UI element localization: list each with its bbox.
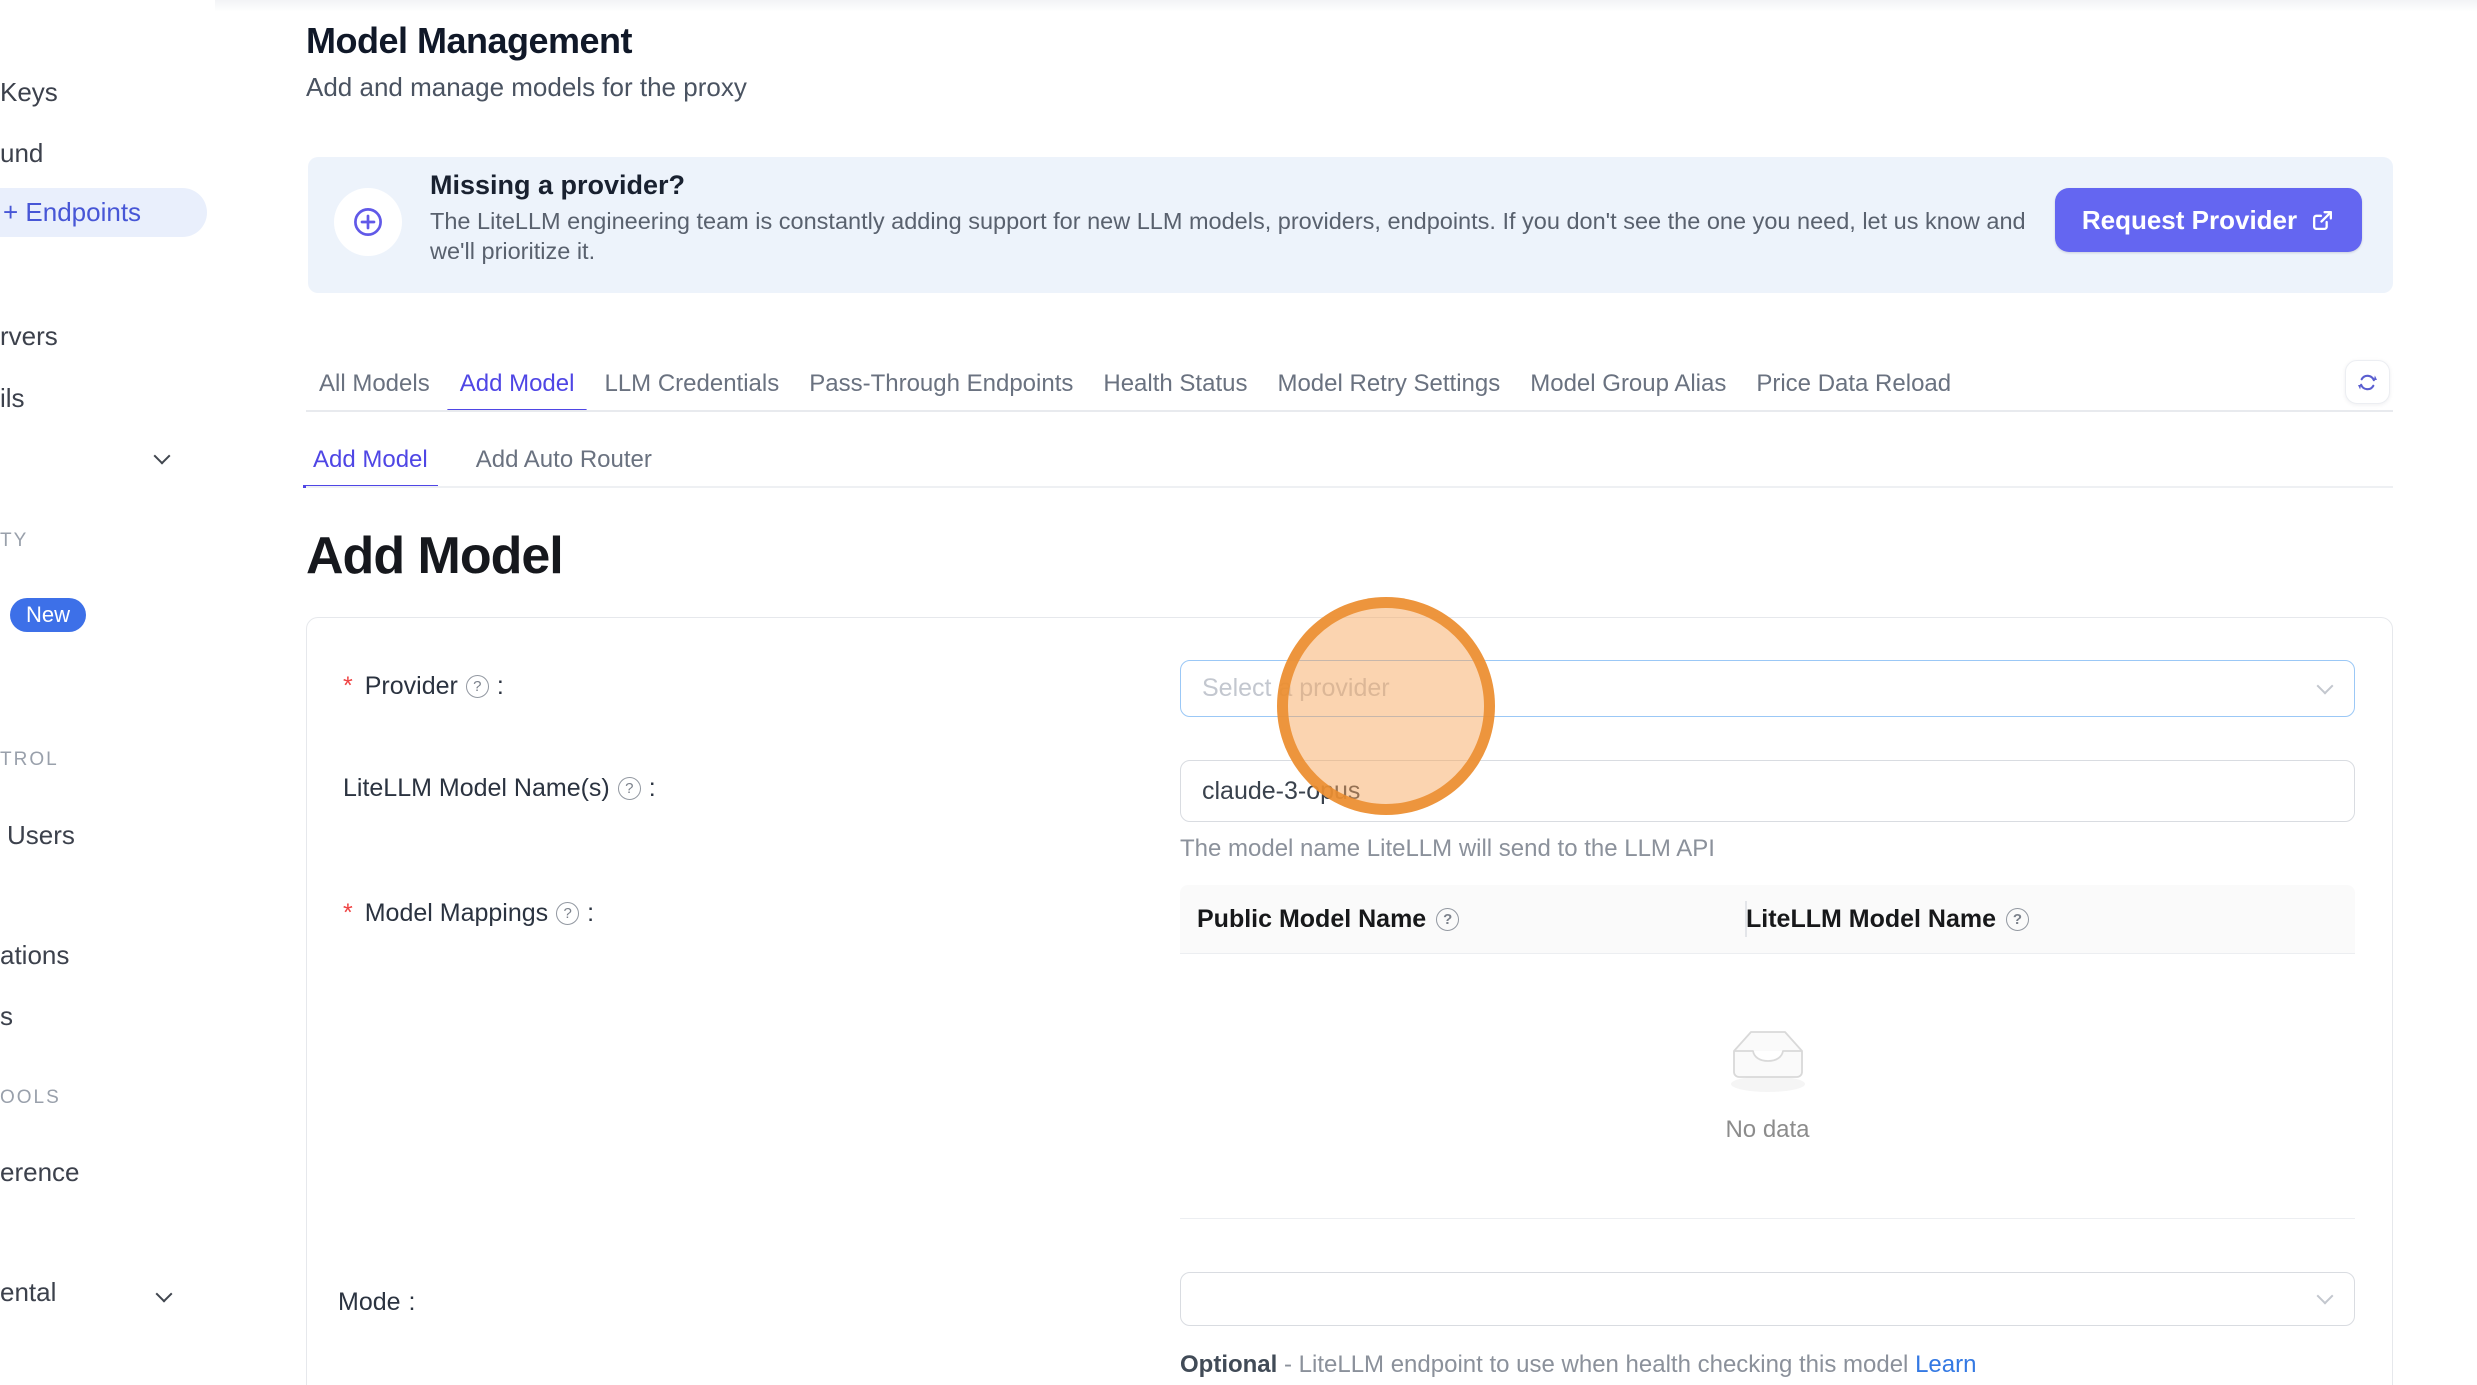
chevron-down-icon [155,450,170,465]
learn-link[interactable]: Learn [1915,1351,1976,1378]
top-edge-strip [215,0,2477,12]
subtab-add-auto-router[interactable]: Add Auto Router [466,433,662,487]
new-badge: New [10,598,86,632]
help-icon[interactable]: ? [556,902,579,925]
model-name-label: LiteLLM Model Name(s) ? : [343,774,656,803]
request-provider-label: Request Provider [2082,205,2297,236]
subtabs-divider [306,486,2393,488]
model-name-input[interactable] [1180,760,2355,822]
model-mappings-label: * Model Mappings ? : [343,899,594,928]
table-empty-state: No data [1180,954,2355,1219]
banner-body-line1: The LiteLLM engineering team is constant… [430,206,2026,236]
label-colon: : [409,1288,416,1317]
tab-price-data-reload[interactable]: Price Data Reload [1743,357,1964,411]
sidebar-collapse-item[interactable] [155,450,170,470]
help-icon[interactable]: ? [2006,908,2029,931]
tab-llm-credentials[interactable]: LLM Credentials [591,357,792,411]
chevron-down-icon [2319,1290,2332,1303]
sidebar-section-ty: TY [0,529,28,553]
column-header-text: LiteLLM Model Name [1746,905,1996,934]
help-icon[interactable]: ? [1436,908,1459,931]
empty-inbox-icon [1719,1020,1817,1098]
refresh-button[interactable] [2345,360,2390,404]
sidebar-item-und[interactable]: und [0,136,43,170]
mode-label-text: Mode [338,1288,401,1317]
chevron-down-icon [2319,680,2332,693]
request-provider-button[interactable]: Request Provider [2055,188,2362,252]
tab-pass-through-endpoints[interactable]: Pass-Through Endpoints [796,357,1086,411]
mode-select[interactable] [1180,1272,2355,1326]
provider-label-text: Provider [365,672,458,701]
required-mark: * [343,899,353,928]
column-header-public-model-name: Public Model Name ? [1180,905,1728,934]
mode-helper-optional: Optional [1180,1351,1277,1378]
provider-label: * Provider ? : [343,672,504,701]
sidebar-section-trol: TROL [0,748,59,772]
sidebar-item-ations[interactable]: ations [0,938,69,972]
page-subtitle: Add and manage models for the proxy [306,72,747,103]
model-name-label-text: LiteLLM Model Name(s) [343,774,610,803]
provider-placeholder: Select a provider [1181,674,1390,703]
missing-provider-banner: Missing a provider? The LiteLLM engineer… [308,157,2393,293]
page-title: Model Management [306,20,632,62]
sidebar-item-users[interactable]: Users [7,818,75,852]
external-link-icon [2310,208,2335,233]
sidebar-item-erence[interactable]: erence [0,1155,80,1189]
mode-label: Mode : [338,1288,416,1317]
add-model-subtabs: Add Model Add Auto Router [303,433,662,487]
new-badge-label: New [26,602,70,628]
model-management-page: Keys und + Endpoints rvers ils TY New TR… [0,0,2477,1385]
label-colon: : [649,774,656,803]
provider-select[interactable]: Select a provider [1180,660,2355,717]
no-data-text: No data [1725,1116,1809,1144]
mode-helper: Optional - LiteLLM endpoint to use when … [1180,1351,1976,1379]
banner-title: Missing a provider? [430,170,685,201]
column-divider [1745,901,1747,937]
model-mappings-label-text: Model Mappings [365,899,548,928]
tab-model-group-alias[interactable]: Model Group Alias [1517,357,1739,411]
chevron-down-icon [157,1288,172,1303]
column-header-text: Public Model Name [1197,905,1426,934]
label-colon: : [587,899,594,928]
tab-add-model[interactable]: Add Model [447,357,588,411]
sidebar-item-keys[interactable]: Keys [0,75,58,109]
tab-all-models[interactable]: All Models [306,357,443,411]
plus-circle-icon [334,188,402,256]
tabs-divider [306,410,2393,412]
sidebar-section-ools: OOLS [0,1086,61,1110]
sidebar-ental-toggle[interactable] [157,1288,172,1308]
subtab-add-model[interactable]: Add Model [303,433,438,487]
sidebar-item-endpoints-label: + Endpoints [3,197,141,228]
sidebar-item-ils[interactable]: ils [0,381,25,415]
model-name-helper: The model name LiteLLM will send to the … [1180,835,1715,863]
model-mappings-table: Public Model Name ? LiteLLM Model Name ?… [1180,885,2355,1219]
tab-model-retry-settings[interactable]: Model Retry Settings [1264,357,1513,411]
column-header-litellm-model-name: LiteLLM Model Name ? [1728,905,2029,934]
banner-body-line2: we'll prioritize it. [430,236,2026,266]
refresh-icon [2356,371,2379,394]
table-header-row: Public Model Name ? LiteLLM Model Name ? [1180,885,2355,954]
sidebar-item-ental[interactable]: ental [0,1275,56,1309]
sidebar-item-rvers[interactable]: rvers [0,319,58,353]
sidebar-item-s[interactable]: s [0,999,13,1033]
sidebar-item-endpoints-active[interactable]: + Endpoints [0,188,207,237]
banner-body: The LiteLLM engineering team is constant… [430,206,2026,266]
required-mark: * [343,672,353,701]
model-tabs: All Models Add Model LLM Credentials Pas… [306,357,1964,411]
tab-health-status[interactable]: Health Status [1090,357,1260,411]
help-icon[interactable]: ? [618,777,641,800]
form-heading: Add Model [306,526,563,586]
label-colon: : [497,672,504,701]
mode-helper-text: - LiteLLM endpoint to use when health ch… [1277,1351,1915,1378]
help-icon[interactable]: ? [466,675,489,698]
